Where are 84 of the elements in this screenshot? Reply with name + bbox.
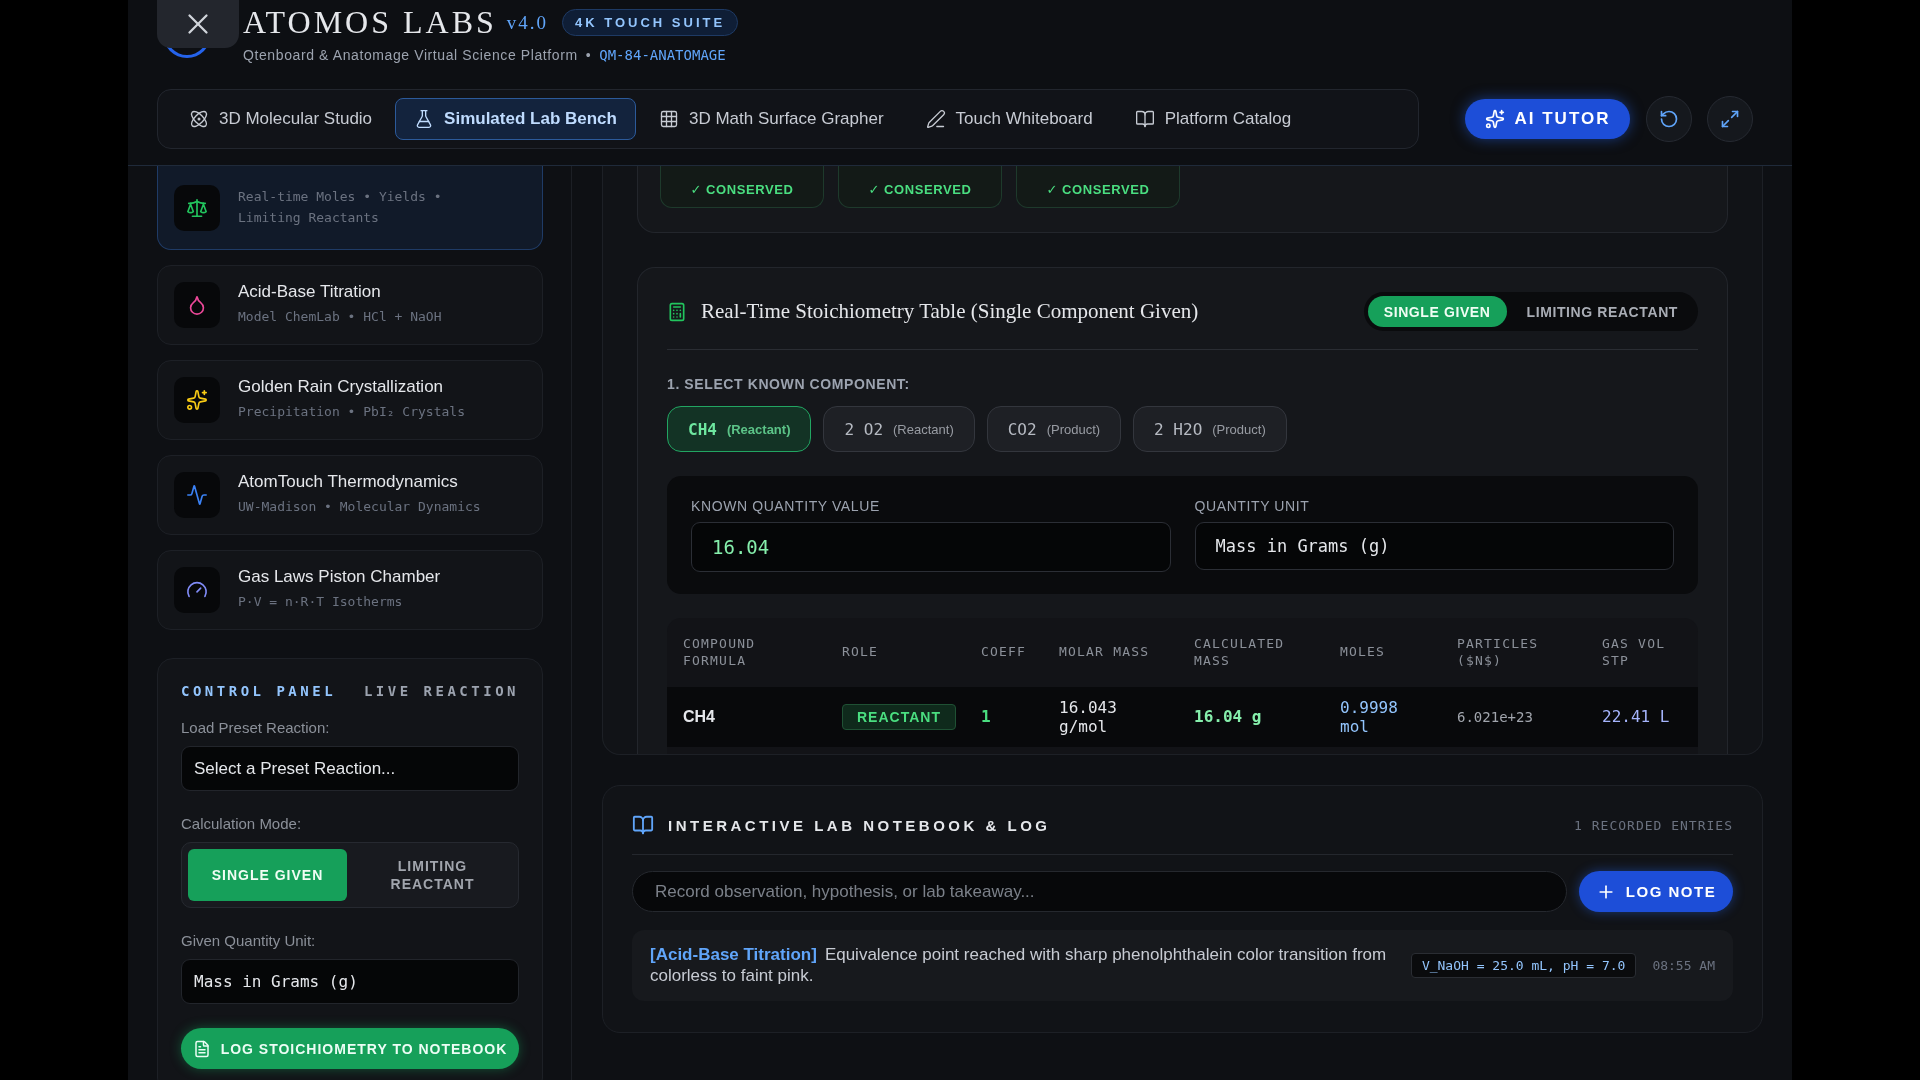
module-title: Golden Rain Crystallization <box>238 377 445 398</box>
module-card[interactable]: AtomTouch Thermodynamics UW-Madison • Molecular Dynamics <box>157 455 543 535</box>
conserved-badge: ✓ CONSERVED <box>838 166 1002 208</box>
version-label: v4.0 <box>506 11 549 34</box>
pen-icon <box>925 109 946 129</box>
separator-dot: • <box>585 47 592 63</box>
panel-tab[interactable]: LIVE REACTION <box>363 683 519 699</box>
platform-code: QM-84-ANATOMAGE <box>599 47 726 63</box>
field-label: Load Preset Reaction: <box>181 719 331 736</box>
quantity-input[interactable]: 16.04 <box>691 522 1171 572</box>
column-header: MOLES <box>1340 644 1387 661</box>
expand-icon <box>1720 109 1740 129</box>
field-label: Given Quantity Unit: <box>181 932 317 949</box>
component-chip[interactable]: CO2 (Product) <box>986 406 1122 452</box>
nav-tab[interactable]: 3D Molecular Studio <box>170 98 392 140</box>
step-label: 1. SELECT KNOWN COMPONENT: <box>667 376 911 392</box>
conserved-badge: ✓ CONSERVED <box>660 166 824 208</box>
module-subtitle: Model ChemLab • HCl + NaOH <box>238 308 442 327</box>
module-subtitle: Precipitation • PbI₂ Crystals <box>238 403 465 422</box>
conserved-badge: ✓ CONSERVED <box>1016 166 1180 208</box>
section-title: Real-Time Stoichiometry Table (Single Component Given) <box>701 299 1199 324</box>
table-cell-text: CH4 <box>683 707 716 727</box>
module-title: Gas Laws Piston Chamber <box>238 567 441 588</box>
app-subtitle: Qtenboard & Anatomage Virtual Science Platform <box>243 47 578 63</box>
component-chip[interactable]: 2 H2O (Product) <box>1133 406 1287 452</box>
module-card[interactable]: Acid-Base Titration Model ChemLab • HCl + NaOH <box>157 265 543 345</box>
entry-data: V_NaOH = 25.0 mL, pH = 7.0 <box>1410 952 1637 978</box>
field-label: Calculation Mode: <box>181 815 303 832</box>
column-header: COMPOUND FORMULA <box>683 635 757 670</box>
module-card[interactable]: Real-time Moles • Yields • Limiting Reactants <box>157 166 543 250</box>
table-cell-text: 22.41 L <box>1602 707 1671 727</box>
unit-select[interactable]: Mass in Grams (g) <box>181 959 519 1004</box>
note-input[interactable]: Record observation, hypothesis, or lab takeaway... <box>632 871 1567 912</box>
nav-tab[interactable]: 3D Math Surface Grapher <box>639 98 903 140</box>
suite-badge: 4K TOUCH SUITE <box>562 9 739 36</box>
column-header: PARTICLES ($N$) <box>1457 635 1540 670</box>
table-cell-text: 1 <box>981 707 992 727</box>
column-header: GAS VOL STP <box>1602 635 1667 670</box>
component-chip[interactable]: CH4 (Reactant) <box>667 406 812 452</box>
column-header: MOLAR MASS <box>1059 644 1151 661</box>
module-title: AtomTouch Thermodynamics <box>238 472 459 493</box>
section-title: INTERACTIVE LAB NOTEBOOK & LOG <box>668 816 1051 834</box>
unit-select[interactable]: Mass in Grams (g) <box>1194 522 1674 570</box>
column-header: COEFF <box>981 644 1028 661</box>
log-note-button[interactable]: LOG NOTE <box>1579 871 1733 912</box>
module-card[interactable]: Golden Rain Crystallization Precipitation • PbI₂ Crystals <box>157 360 543 440</box>
panel-tab[interactable]: CONTROL PANEL <box>181 683 337 699</box>
entry-time: 08:55 AM <box>1652 957 1715 973</box>
ai-tutor-button[interactable]: AI TUTOR <box>1465 99 1630 139</box>
sparkles-icon <box>1484 109 1505 129</box>
nav-tab[interactable]: Platform Catalog <box>1115 98 1311 140</box>
fullscreen-button[interactable] <box>1707 96 1753 142</box>
column-header: ROLE <box>842 644 880 661</box>
book-icon <box>632 814 654 836</box>
field-label: QUANTITY UNIT <box>1194 498 1311 514</box>
module-subtitle: Real-time Moles • Yields • Limiting Reactants <box>238 188 443 227</box>
app-title: ATOMOS LABS <box>243 4 497 41</box>
nav-tab[interactable]: Simulated Lab Bench <box>395 98 636 140</box>
role-tag: REACTANT <box>842 704 956 730</box>
module-card[interactable]: Gas Laws Piston Chamber P·V = n·R·T Isotherms <box>157 550 543 630</box>
table-cell-text: 6.021e+23 <box>1457 708 1534 726</box>
table-cell-text: 16.04 g <box>1194 707 1263 727</box>
rotate-icon <box>1659 109 1679 129</box>
grid-icon <box>658 109 679 129</box>
close-button[interactable] <box>157 0 239 48</box>
atom-icon <box>189 109 209 129</box>
toggle-option[interactable]: LIMITING REACTANT <box>1510 296 1694 327</box>
mode-button[interactable]: LIMITING REACTANT <box>353 849 512 901</box>
table-cell-text: 0.9998 mol <box>1340 697 1399 737</box>
preset-select[interactable]: Select a Preset Reaction... <box>181 746 519 791</box>
column-header: CALCULATED MASS <box>1194 635 1286 670</box>
document-icon <box>192 1039 211 1058</box>
entry-count: 1 RECORDED ENTRIES <box>1574 817 1733 833</box>
module-title: Acid-Base Titration <box>238 282 382 303</box>
entry-text: [Acid-Base Titration] Equivalence point reached with sharp phenolphthalein color transition from colorless to faint pink. <box>650 944 1388 987</box>
reset-button[interactable] <box>1646 96 1692 142</box>
nav-tab[interactable]: Touch Whiteboard <box>906 98 1112 140</box>
book-icon <box>1134 109 1155 129</box>
calculator-icon <box>667 301 687 322</box>
table-cell-text: 16.043 g/mol <box>1059 697 1118 737</box>
component-chip[interactable]: 2 O2 (Reactant) <box>823 406 975 452</box>
module-subtitle: UW-Madison • Molecular Dynamics <box>238 498 481 517</box>
field-label: KNOWN QUANTITY VALUE <box>691 498 881 514</box>
module-subtitle: P·V = n·R·T Isotherms <box>238 593 404 612</box>
